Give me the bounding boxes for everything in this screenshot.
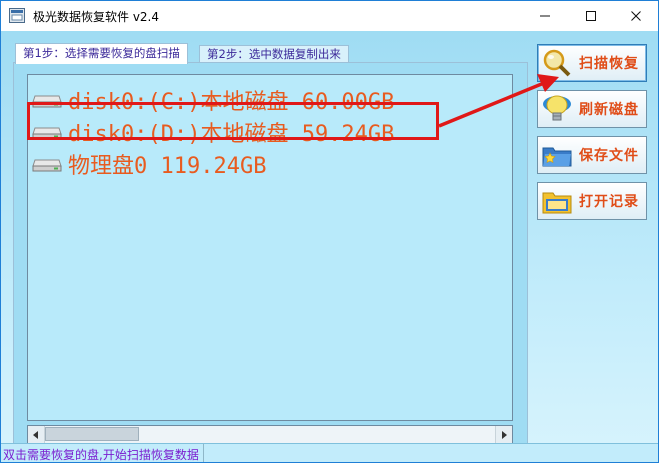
arrow-right-icon xyxy=(502,430,507,439)
magnifier-icon xyxy=(543,49,571,77)
refresh-disk-button[interactable]: 刷新磁盘 xyxy=(537,90,647,128)
scrollbar-thumb[interactable] xyxy=(45,427,139,441)
save-folder-icon xyxy=(542,147,572,167)
scan-recover-button[interactable]: 扫描恢复 xyxy=(537,44,647,82)
scroll-right-button[interactable] xyxy=(495,426,512,443)
status-bar: 双击需要恢复的盘,开始扫描恢复数据 xyxy=(1,443,658,462)
title-bar[interactable]: 极光数据恢复软件 v2.4 xyxy=(1,1,658,31)
list-item-physical-disk[interactable]: 物理盘0 119.24GB xyxy=(32,148,266,180)
open-log-label: 打开记录 xyxy=(579,194,639,210)
close-button[interactable] xyxy=(613,1,658,31)
app-window: 极光数据恢复软件 v2.4 第1步：选择需要恢复的盘扫描 第2步：选中数据复制出… xyxy=(0,0,659,463)
drive-icon xyxy=(32,159,62,172)
save-file-button[interactable]: 保存文件 xyxy=(537,136,647,174)
maximize-icon xyxy=(586,11,596,21)
tab-step1[interactable]: 第1步：选择需要恢复的盘扫描 xyxy=(15,43,188,64)
status-divider xyxy=(203,444,204,462)
client-area: 第1步：选择需要恢复的盘扫描 第2步：选中数据复制出来 disk0:(C:)本地… xyxy=(1,31,658,462)
save-file-label: 保存文件 xyxy=(579,148,639,164)
open-folder-icon xyxy=(542,192,572,214)
close-icon xyxy=(631,11,641,21)
arrow-left-icon xyxy=(33,430,38,439)
tab-step2[interactable]: 第2步：选中数据复制出来 xyxy=(199,45,349,63)
highlight-box xyxy=(27,102,439,140)
drive-label: 物理盘0 119.24GB xyxy=(68,154,267,179)
open-log-button[interactable]: 打开记录 xyxy=(537,182,647,220)
refresh-bulb-icon xyxy=(543,95,571,121)
refresh-disk-label: 刷新磁盘 xyxy=(579,102,639,118)
minimize-icon xyxy=(540,15,550,17)
maximize-button[interactable] xyxy=(568,1,614,31)
app-icon xyxy=(9,8,25,23)
scan-recover-label: 扫描恢复 xyxy=(579,56,639,72)
window-title: 极光数据恢复软件 v2.4 xyxy=(33,10,160,24)
status-text: 双击需要恢复的盘,开始扫描恢复数据 xyxy=(3,448,199,462)
minimize-button[interactable] xyxy=(522,1,568,31)
horizontal-scrollbar[interactable] xyxy=(27,425,513,444)
scroll-left-button[interactable] xyxy=(28,426,45,443)
